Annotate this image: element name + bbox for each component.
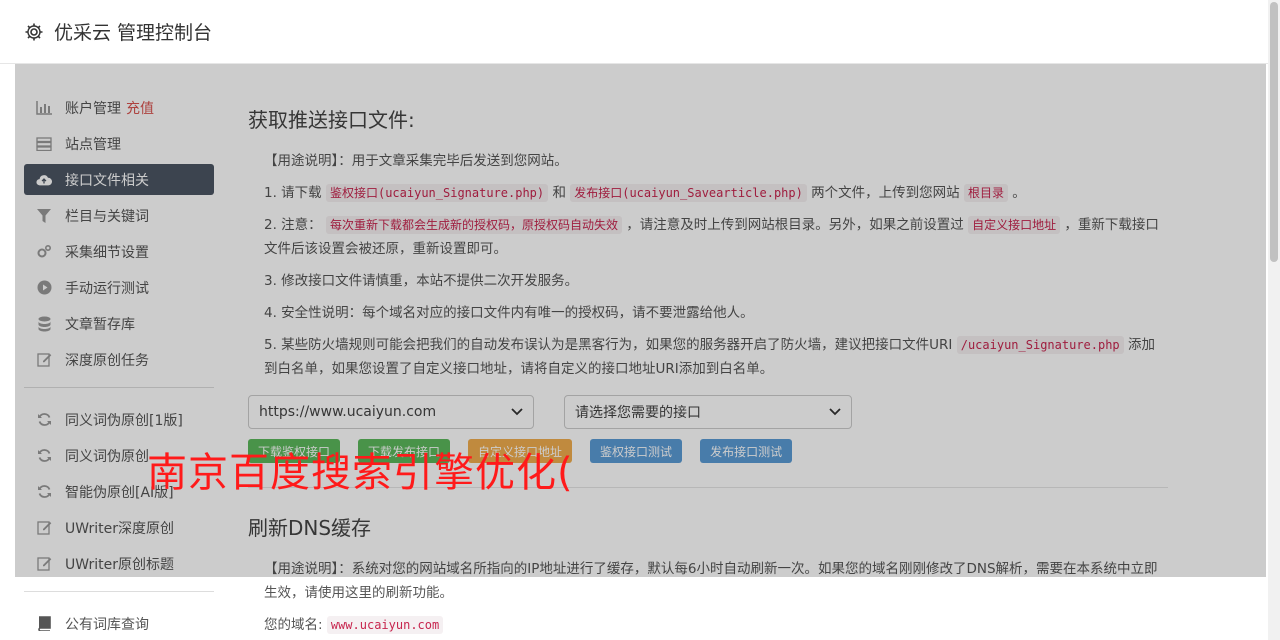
sidebar-item-label: 同义词伪原创[1版] <box>65 412 183 429</box>
sidebar: 账户管理 充值 站点管理 接口文件相关 栏目与关键词 采集细节设置 手动运行测试… <box>24 92 214 640</box>
domain-label: 您的域名: <box>264 617 323 633</box>
sidebar-item-label: 账户管理 <box>65 100 121 117</box>
site-select[interactable]: https://www.ucaiyun.com <box>248 395 534 429</box>
warning-code: 每次重新下载都会生成新的授权码，原授权码自动失效 <box>325 216 622 234</box>
text: 5. 某些防火墙规则可能会把我们的自动发布误认为是黑客行为，如果您的服务器开启了… <box>264 337 953 353</box>
text: 1. 请下载 <box>264 185 322 201</box>
main-panel: 获取推送接口文件: 【用途说明】：用于文章采集完毕后发送到您网站。 1. 请下载… <box>248 104 1168 640</box>
sidebar-item-label: 同义词伪原创 <box>65 448 149 465</box>
domain-value: www.ucaiyun.com <box>326 616 444 634</box>
sidebar-divider <box>24 591 214 592</box>
sidebar-item-article-storage[interactable]: 文章暂存库 <box>24 308 214 339</box>
instruction-4: 4. 安全性说明：每个域名对应的接口文件内有唯一的授权码，请不要泄露给他人。 <box>264 305 754 321</box>
chevron-down-icon <box>829 404 841 420</box>
auth-api-filename: 鉴权接口(ucaiyun_Signature.php) <box>325 184 549 202</box>
section-title-api-files: 获取推送接口文件: <box>248 108 415 132</box>
cloud-upload-icon <box>36 172 52 188</box>
text: 。 <box>1012 185 1026 201</box>
sidebar-item-columns-keywords[interactable]: 栏目与关键词 <box>24 200 214 231</box>
sidebar-divider <box>24 387 214 388</box>
sidebar-item-label: 深度原创任务 <box>65 352 149 369</box>
refresh-icon <box>36 448 52 464</box>
gear-icon[interactable] <box>24 22 44 42</box>
instruction-1: 1. 请下载 鉴权接口(ucaiyun_Signature.php) 和 发布接… <box>248 181 1168 205</box>
sidebar-item-label: UWriter深度原创 <box>65 520 174 537</box>
publish-api-filename: 发布接口(ucaiyun_Savearticle.php) <box>570 184 807 202</box>
book-icon <box>36 616 52 632</box>
text: 2. 注意： <box>264 217 322 233</box>
uri-code: /ucaiyun_Signature.php <box>956 336 1124 354</box>
sidebar-item-label: UWriter原创标题 <box>65 556 174 573</box>
root-dir-code: 根目录 <box>963 184 1008 202</box>
refresh-icon <box>36 484 52 500</box>
sidebar-item-synonym-v1[interactable]: 同义词伪原创[1版] <box>24 404 214 435</box>
section-title-dns: 刷新DNS缓存 <box>248 516 372 540</box>
sidebar-item-label: 站点管理 <box>65 136 121 153</box>
chevron-down-icon <box>511 404 523 420</box>
app-title: 优采云 管理控制台 <box>54 22 213 44</box>
dns-usage-text: 【用途说明】：系统对您的网站域名所指向的IP地址进行了缓存，默认每6小时自动刷新… <box>264 561 1158 601</box>
sidebar-item-label: 公有词库查询 <box>65 616 149 633</box>
site-select-value: https://www.ucaiyun.com <box>259 404 437 420</box>
text: 两个文件，上传到您网站 <box>811 185 960 201</box>
scrollbar-thumb[interactable] <box>1270 2 1278 262</box>
scrollbar[interactable] <box>1268 0 1280 640</box>
select-row: https://www.ucaiyun.com 请选择您需要的接口 <box>248 395 1168 429</box>
sidebar-item-collect-settings[interactable]: 采集细节设置 <box>24 236 214 267</box>
sidebar-item-label: 接口文件相关 <box>65 172 149 189</box>
sidebar-item-manual-run[interactable]: 手动运行测试 <box>24 272 214 303</box>
recharge-link[interactable]: 充值 <box>126 98 154 118</box>
api-select-value: 请选择您需要的接口 <box>575 405 701 421</box>
sidebar-item-label: 栏目与关键词 <box>65 208 149 225</box>
filter-icon <box>36 208 52 224</box>
sidebar-item-sites[interactable]: 站点管理 <box>24 128 214 159</box>
test-auth-api-button[interactable]: 鉴权接口测试 <box>590 439 683 463</box>
play-circle-icon <box>36 280 52 296</box>
api-select[interactable]: 请选择您需要的接口 <box>564 395 852 429</box>
sidebar-item-account[interactable]: 账户管理 充值 <box>24 92 214 123</box>
text: ，请注意及时上传到网站根目录。另外，如果之前设置过 <box>626 217 964 233</box>
database-icon <box>36 316 52 332</box>
usage-text: 【用途说明】：用于文章采集完毕后发送到您网站。 <box>264 153 568 169</box>
instruction-2: 2. 注意： 每次重新下载都会生成新的授权码，原授权码自动失效 ，请注意及时上传… <box>248 213 1168 261</box>
top-bar: 优采云 管理控制台 <box>0 0 1268 64</box>
test-publish-api-button[interactable]: 发布接口测试 <box>700 439 793 463</box>
sidebar-item-label: 文章暂存库 <box>65 316 135 333</box>
sidebar-item-uwriter-title[interactable]: UWriter原创标题 <box>24 548 214 579</box>
domain-row: 您的域名: www.ucaiyun.com <box>248 613 1168 637</box>
edit-icon <box>36 352 52 368</box>
sidebar-item-label: 手动运行测试 <box>65 280 149 297</box>
sidebar-item-api-files[interactable]: 接口文件相关 <box>24 164 214 195</box>
sidebar-item-label: 采集细节设置 <box>65 244 149 261</box>
sidebar-item-uwriter-deep[interactable]: UWriter深度原创 <box>24 512 214 543</box>
instruction-5: 5. 某些防火墙规则可能会把我们的自动发布误认为是黑客行为，如果您的服务器开启了… <box>248 333 1168 381</box>
watermark-text: 南京百度搜索引擎优化( <box>147 450 574 496</box>
sidebar-item-deep-original-task[interactable]: 深度原创任务 <box>24 344 214 375</box>
sidebar-item-public-dictionary[interactable]: 公有词库查询 <box>24 608 214 639</box>
refresh-icon <box>36 412 52 428</box>
bar-chart-icon <box>36 100 52 116</box>
gears-icon <box>36 244 52 260</box>
edit-icon <box>36 520 52 536</box>
text: 和 <box>552 185 566 201</box>
instruction-3: 3. 修改接口文件请慎重，本站不提供二次开发服务。 <box>264 273 579 289</box>
main-content: 账户管理 充值 站点管理 接口文件相关 栏目与关键词 采集细节设置 手动运行测试… <box>15 64 1266 640</box>
server-icon <box>36 136 52 152</box>
edit-icon <box>36 556 52 572</box>
custom-addr-code: 自定义接口地址 <box>968 216 1061 234</box>
